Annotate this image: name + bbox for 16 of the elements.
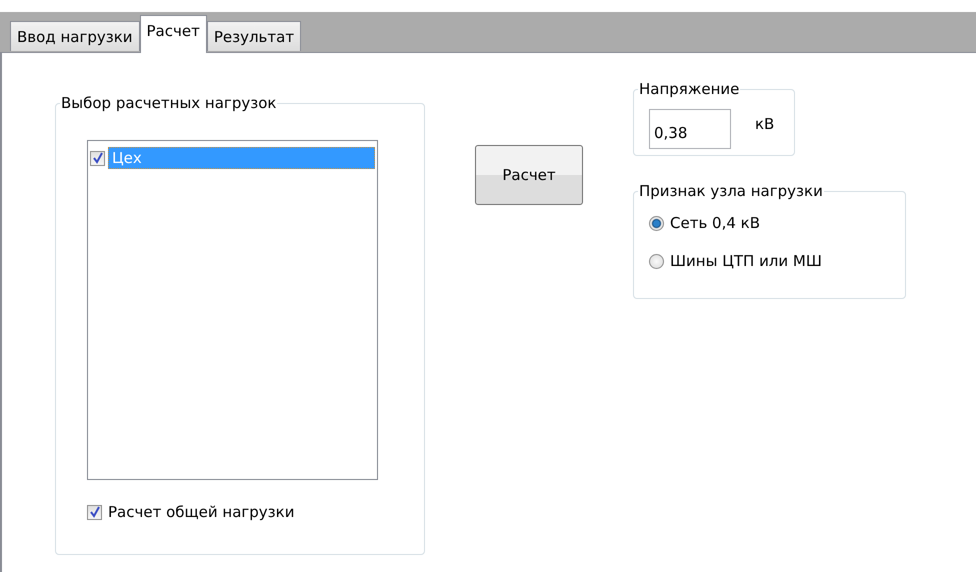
checkbox-label: Расчет общей нагрузки <box>108 503 294 521</box>
unit-label: кВ <box>755 115 774 133</box>
tab[interactable]: Ввод нагрузки <box>10 21 140 51</box>
group-title: Выбор расчетных нагрузок <box>60 94 278 112</box>
group-title: Напряжение <box>638 80 740 98</box>
tab[interactable]: Результат <box>206 21 302 51</box>
checkbox[interactable] <box>90 150 105 166</box>
radio-button[interactable] <box>649 254 664 268</box>
checkbox[interactable] <box>87 504 102 520</box>
tab[interactable]: Расчет <box>140 15 207 53</box>
radio-button[interactable] <box>649 216 664 230</box>
voltage-field[interactable]: 0,38 <box>649 109 731 149</box>
radio-label: Сеть 0,4 кВ <box>670 214 760 232</box>
radio-label: Шины ЦТП или МШ <box>670 252 822 270</box>
calculate-button[interactable]: Расчет <box>475 145 583 205</box>
group-title: Признак узла нагрузки <box>638 182 824 200</box>
